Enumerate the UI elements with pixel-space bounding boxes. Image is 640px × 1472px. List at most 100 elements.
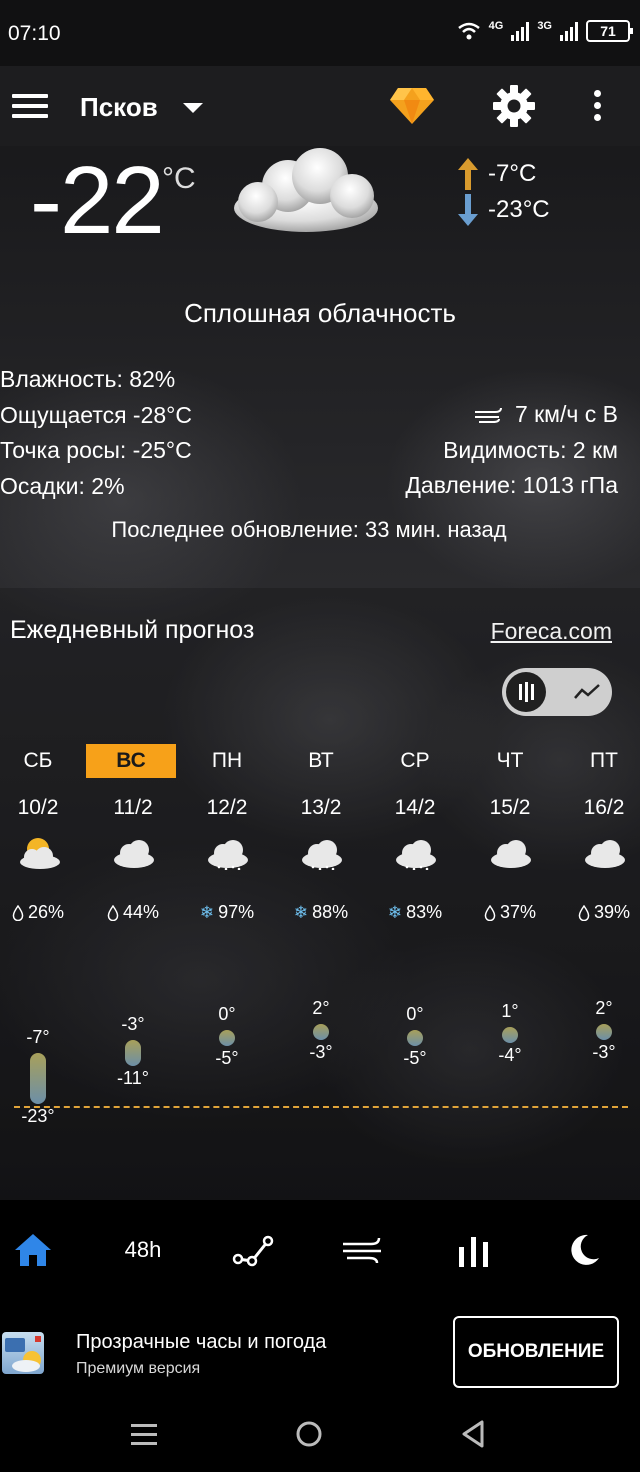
day-precip: 26%: [0, 902, 85, 923]
day-precip: ❄ 83%: [368, 902, 462, 923]
day-date: 14/2: [394, 796, 436, 819]
premium-app-icon: [2, 1332, 44, 1374]
day-column[interactable]: ВТ 13/2 ❄ 88% 2° -3°: [274, 744, 368, 1184]
day-name: СБ: [23, 749, 53, 772]
day-high-temp: 1°: [501, 1001, 519, 1022]
promo-title: Прозрачные часы и погода: [76, 1331, 327, 1353]
day-column[interactable]: СБ 10/2 26% -7° -23°: [0, 744, 85, 1184]
day-column[interactable]: ПТ 16/2 39% 2° -3°: [557, 744, 640, 1184]
high-low-temps: -7°C -23°C: [456, 156, 550, 228]
humidity: Влажность: 82%: [0, 366, 176, 392]
day-date: 15/2: [489, 796, 531, 819]
temp-range-bar: [125, 1040, 141, 1066]
arrow-up-icon: [458, 158, 478, 190]
precip-chance: 83%: [406, 902, 443, 922]
wind-icon: [474, 407, 502, 423]
temp-range-bar: [313, 1024, 329, 1040]
day-high-temp: 2°: [595, 998, 613, 1018]
day-high-temp: -3°: [121, 1014, 145, 1034]
wifi-icon: [457, 22, 480, 40]
day-column[interactable]: ЧТ 15/2 37% 1° -4°: [463, 744, 557, 1184]
precip-chance: 88%: [312, 902, 349, 922]
wind: 7 км/ч с В: [514, 401, 618, 427]
raindrop-icon: [12, 904, 24, 921]
status-icons: 4G 3G 71: [457, 20, 633, 42]
current-temperature: -22: [30, 147, 165, 254]
day-column[interactable]: СР 14/2 ❄ 83% 0° -5°: [368, 744, 462, 1184]
day-low-temp: -23°: [21, 1106, 55, 1126]
precip-chance: 37%: [499, 902, 537, 922]
bottom-nav: 48h: [0, 1200, 640, 1300]
day-date: 10/2: [17, 796, 59, 819]
precipitation: Осадки: 2%: [0, 472, 125, 499]
day-high-temp: 0°: [406, 1004, 424, 1025]
raindrop-icon: [578, 904, 590, 921]
menu-icon[interactable]: [12, 94, 48, 118]
daily-forecast-title: Ежедневный прогноз: [10, 616, 255, 644]
back-icon[interactable]: [458, 1418, 490, 1450]
wind-nav-icon[interactable]: [341, 1228, 385, 1272]
low-temp-row: -23°C: [456, 192, 550, 228]
signal-icon-2: [560, 21, 578, 41]
pressure: Давление: 1013 гПа: [405, 472, 618, 498]
network-3g-label: 3G: [537, 20, 552, 32]
day-name: ЧТ: [496, 749, 524, 772]
bar-chart-icon[interactable]: [452, 1228, 496, 1272]
chevron-down-icon[interactable]: [183, 103, 203, 113]
details-left: Влажность: 82% Ощущается -28°C Точка рос…: [0, 362, 192, 504]
battery-level: 71: [600, 23, 616, 39]
visibility: Видимость: 2 км: [443, 436, 618, 463]
chart-view-toggle[interactable]: [502, 668, 612, 716]
graph-icon[interactable]: [232, 1228, 276, 1272]
day-low-temp: -3°: [309, 1042, 333, 1062]
day-precip: 39%: [557, 902, 640, 923]
precip-chance: 26%: [27, 902, 65, 922]
day-column[interactable]: ПН 12/2 ❄ 97% 0° -5°: [180, 744, 274, 1184]
temp-range-bar: [596, 1024, 612, 1040]
day-name: СР: [400, 749, 430, 772]
snowflake-icon: ❄: [293, 902, 309, 922]
line-view-icon[interactable]: [574, 682, 600, 702]
premium-diamond-icon[interactable]: [388, 86, 436, 126]
raindrop-icon: [484, 904, 496, 921]
day-date: 11/2: [113, 796, 153, 819]
day-column[interactable]: ВС 11/2 44% -3° -11°: [86, 744, 180, 1184]
premium-promo-banner: Прозрачные часы и погода Премиум версия …: [0, 1300, 640, 1398]
day-low-temp: -5°: [215, 1048, 239, 1069]
signal-icon: [511, 21, 530, 41]
day-precip: 37%: [463, 902, 557, 923]
temp-range-bar: [407, 1030, 423, 1047]
settings-gear-icon[interactable]: [492, 84, 536, 128]
temperature-unit: °C: [162, 162, 196, 195]
arrow-down-icon: [458, 194, 478, 226]
bars-view-icon[interactable]: [506, 672, 546, 712]
home-icon[interactable]: [11, 1228, 55, 1272]
promo-subtitle: Премиум версия: [76, 1360, 201, 1377]
recent-apps-icon[interactable]: [128, 1418, 160, 1450]
day-precip: 44%: [86, 902, 180, 923]
city-selector[interactable]: Псков: [80, 92, 158, 123]
system-nav-bar: [0, 1398, 640, 1472]
battery-icon: 71: [586, 20, 633, 42]
raindrop-icon: [107, 904, 119, 921]
nav-48h[interactable]: 48h: [121, 1228, 165, 1272]
day-name: ВТ: [308, 749, 334, 772]
snow-cloud-icon: [393, 836, 439, 871]
foreca-link[interactable]: Foreca.com: [491, 618, 612, 645]
home-circle-icon[interactable]: [293, 1418, 325, 1450]
dew-point: Точка росы: -25°C: [0, 437, 192, 463]
precip-chance: 44%: [122, 902, 160, 922]
status-time: 07:10: [8, 22, 61, 45]
day-date: 13/2: [300, 796, 342, 819]
day-low-temp: -3°: [592, 1042, 616, 1062]
app-bar: Псков: [0, 66, 640, 146]
upgrade-button[interactable]: ОБНОВЛЕНИЕ: [453, 1316, 619, 1388]
cloud-icon: [111, 836, 157, 870]
partly-cloudy-icon: [16, 836, 62, 870]
low-temp: -23°C: [488, 196, 550, 223]
wind-row: 7 км/ч с В: [405, 397, 618, 433]
more-vert-icon[interactable]: [594, 90, 604, 124]
snow-cloud-icon: [299, 836, 345, 871]
cloud-icon: [582, 836, 628, 870]
moon-icon[interactable]: [562, 1228, 606, 1272]
